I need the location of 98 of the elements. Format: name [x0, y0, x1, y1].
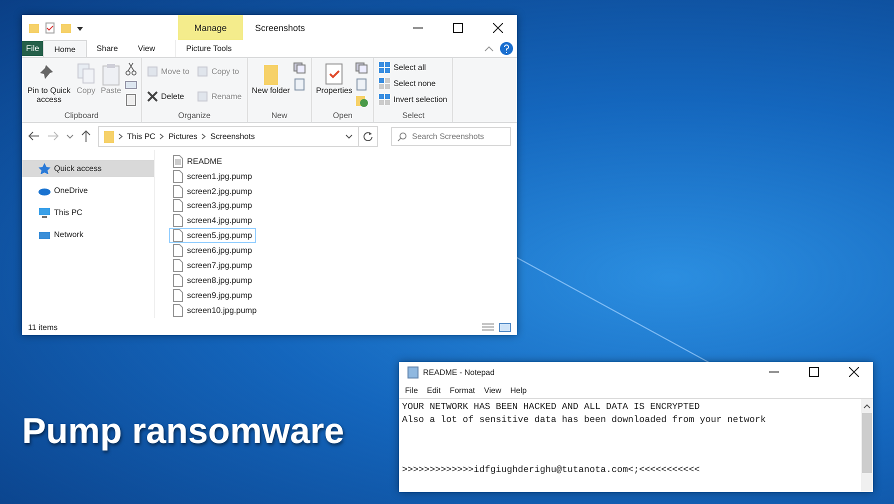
- star-icon: [38, 163, 51, 174]
- ribbon-button[interactable]: Invert selection: [378, 92, 448, 107]
- blank-document-icon: [173, 170, 183, 183]
- page-icon[interactable]: [292, 78, 307, 91]
- network-icon: [38, 229, 51, 240]
- menu-item[interactable]: Help: [510, 386, 527, 394]
- help-icon[interactable]: [500, 42, 513, 55]
- refresh-button[interactable]: [359, 126, 378, 146]
- ribbon-group-label: New: [270, 111, 288, 122]
- blank-document-icon: [173, 244, 183, 258]
- page-icon: [197, 91, 208, 102]
- file-menu-button[interactable]: File: [22, 41, 44, 56]
- blank-document-icon: [173, 274, 183, 287]
- blank-document-icon: [173, 199, 183, 212]
- ribbon-button[interactable]: Select none: [378, 76, 437, 91]
- page-icon: [197, 66, 208, 77]
- page-icon: [147, 66, 158, 77]
- directory-entry[interactable]: screen1.jpg.pump: [169, 168, 256, 184]
- ribbon-button[interactable]: New folder: [252, 60, 290, 96]
- ribbon-tab[interactable]: Home: [43, 40, 87, 58]
- maximize-icon[interactable]: [809, 367, 819, 377]
- window-title: README - Notepad: [423, 368, 495, 376]
- refresh-icon: [363, 131, 373, 141]
- navigation-item[interactable]: OneDrive: [22, 182, 154, 199]
- menu-item[interactable]: Format: [450, 386, 476, 394]
- ribbon-group-label: Clipboard: [63, 111, 100, 122]
- page-icon[interactable]: [355, 78, 370, 91]
- grid-icon: [379, 78, 390, 89]
- window-title: Screenshots: [255, 22, 306, 32]
- text-line: YOUR NETWORK HAS BEEN HACKED AND ALL DATA IS ENCRYPTED: [402, 401, 701, 414]
- ribbon-button[interactable]: Properties: [316, 60, 352, 96]
- close-icon[interactable]: [493, 22, 503, 32]
- directory-entry[interactable]: screen5.jpg.pump: [169, 228, 256, 243]
- collapse-icon[interactable]: [484, 44, 494, 52]
- ribbon-button[interactable]: Delete: [146, 89, 190, 104]
- copy-icon: [75, 62, 97, 86]
- notepad-icon: [407, 366, 419, 378]
- text-line: >>>>>>>>>>>>>idfgiughderighu@tutanota.com<;<<<<<<<<<<<: [402, 464, 701, 476]
- directory-entry[interactable]: screen8.jpg.pump: [169, 273, 256, 288]
- directory-entry[interactable]: screen3.jpg.pump: [169, 198, 256, 214]
- chevron-right-icon: [159, 132, 164, 140]
- blank-document-icon: [173, 258, 183, 272]
- scissors-icon[interactable]: [125, 62, 137, 76]
- folder-icon: [104, 130, 114, 142]
- close-icon[interactable]: [849, 367, 859, 377]
- text-area[interactable]: YOUR NETWORK HAS BEEN HACKED AND ALL DATA IS ENCRYPTED Also a lot of sensitive data has been downloaded from your network >>>>>>>>>>>>>idfgiughderighu@tutanota.com<;<<<<<<<<<<<: [399, 399, 861, 492]
- stacked-pages-icon[interactable]: [292, 62, 307, 74]
- ribbon-group-label: Organize: [177, 111, 212, 122]
- grid-icon: [379, 62, 390, 73]
- ribbon-tab[interactable]: Share: [86, 40, 128, 57]
- clipboard-icon: [100, 62, 122, 86]
- checklist-icon: [323, 62, 346, 86]
- directory-entry[interactable]: screen9.jpg.pump: [169, 288, 256, 303]
- address-bar[interactable]: This PC Pictures Screenshots: [98, 126, 359, 146]
- search-field[interactable]: Search Screenshots: [391, 126, 511, 146]
- back-arrow-icon[interactable]: [28, 131, 40, 141]
- large-icons-view-icon[interactable]: [499, 322, 511, 332]
- directory-entry[interactable]: README: [169, 154, 226, 168]
- ribbon-group-label: Open: [332, 111, 354, 122]
- monitor-icon: [38, 207, 51, 218]
- directory-entry[interactable]: screen7.jpg.pump: [169, 258, 256, 273]
- manage-tab[interactable]: Manage: [178, 15, 243, 40]
- status-text: 11 items: [28, 322, 58, 332]
- ribbon-button[interactable]: Select all: [378, 60, 427, 75]
- stacked-pages-icon[interactable]: [355, 62, 370, 74]
- navigation-item[interactable]: Network: [22, 226, 154, 243]
- blank-document-icon: [173, 229, 183, 242]
- breadcrumb[interactable]: Screenshots: [210, 132, 255, 140]
- chevron-right-icon: [201, 132, 206, 140]
- text-line: Also a lot of sensitive data has been downloaded from your network: [402, 414, 767, 426]
- blank-document-icon: [173, 288, 183, 302]
- maximize-icon[interactable]: [453, 22, 463, 32]
- checklist-icon[interactable]: [44, 22, 56, 34]
- blank-document-icon: [173, 184, 183, 198]
- directory-entry[interactable]: screen2.jpg.pump: [169, 184, 256, 198]
- chevron-right-icon: [118, 132, 123, 140]
- menu-item[interactable]: File: [405, 386, 418, 394]
- navigation-item[interactable]: Quick access: [22, 160, 154, 177]
- directory-entry[interactable]: screen4.jpg.pump: [169, 214, 256, 228]
- directory-entry[interactable]: screen10.jpg.pump: [169, 302, 261, 318]
- breadcrumb[interactable]: Pictures: [168, 132, 198, 140]
- ribbon-button[interactable]: Pin to Quick access: [26, 60, 72, 104]
- ribbon-group-label: Select: [401, 111, 426, 122]
- blank-document-icon: [173, 214, 183, 228]
- headline: Pump ransomware: [22, 410, 344, 452]
- directory-entry[interactable]: screen6.jpg.pump: [169, 243, 256, 258]
- scroll-up-icon[interactable]: [863, 403, 871, 409]
- menu-item[interactable]: Edit: [426, 386, 441, 394]
- menu-item[interactable]: View: [484, 386, 502, 394]
- up-arrow-icon[interactable]: [81, 130, 91, 142]
- breadcrumb[interactable]: This PC: [127, 132, 156, 140]
- text-document-icon: [173, 154, 183, 168]
- details-view-icon[interactable]: [482, 322, 494, 332]
- scrollbar[interactable]: [861, 399, 873, 492]
- grid-icon: [379, 94, 390, 105]
- cross-icon: [147, 91, 158, 102]
- ribbon-tab[interactable]: View: [128, 40, 166, 57]
- navigation-item[interactable]: This PC: [22, 204, 154, 221]
